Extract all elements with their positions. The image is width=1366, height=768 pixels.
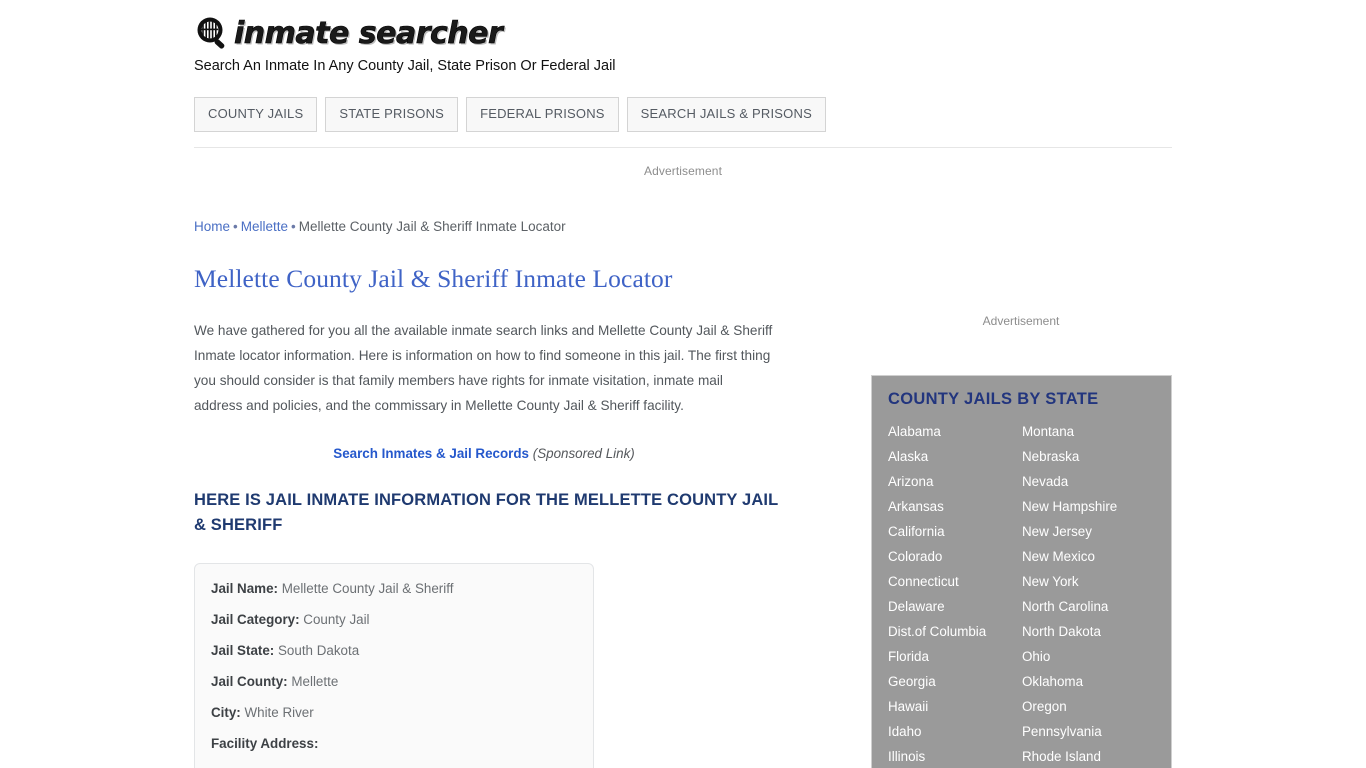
info-value-jail-category: County Jail xyxy=(303,612,370,627)
magnifier-jail-icon xyxy=(194,15,232,53)
sidebar-county-jails-by-state: COUNTY JAILS BY STATE Alabama Montana Al… xyxy=(871,375,1172,768)
page-root: inmate searcher Search An Inmate In Any … xyxy=(0,0,1366,768)
page-title: Mellette County Jail & Sheriff Inmate Lo… xyxy=(194,264,673,293)
sidebar-state-link[interactable]: Nebraska xyxy=(1022,444,1171,469)
sidebar-state-link[interactable]: North Dakota xyxy=(1022,619,1171,644)
sidebar-state-link[interactable]: Hawaii xyxy=(888,694,1022,719)
info-label-jail-category: Jail Category: xyxy=(211,612,300,627)
info-label-city: City: xyxy=(211,705,241,720)
info-value-jail-state: South Dakota xyxy=(278,643,360,658)
sponsored-note: (Sponsored Link) xyxy=(532,446,635,461)
info-value-jail-name: Mellette County Jail & Sheriff xyxy=(281,581,454,596)
sidebar-state-link[interactable]: Montana xyxy=(1022,419,1171,444)
section-title: HERE IS JAIL INMATE INFORMATION FOR THE … xyxy=(194,491,779,534)
sidebar-state-link[interactable]: Arizona xyxy=(888,469,1022,494)
state-links-grid: Alabama Montana Alaska Nebraska Arizona … xyxy=(872,419,1171,768)
sidebar-state-link[interactable]: Oklahoma xyxy=(1022,669,1171,694)
sidebar-title: COUNTY JAILS BY STATE xyxy=(888,390,1099,408)
nav-item-federal-prisons[interactable]: FEDERAL PRISONS xyxy=(466,97,619,132)
sidebar-state-link[interactable]: Alabama xyxy=(888,419,1022,444)
sidebar-state-link[interactable]: Georgia xyxy=(888,669,1022,694)
sidebar-state-link[interactable]: New Hampshire xyxy=(1022,494,1171,519)
sidebar-state-link[interactable]: Illinois xyxy=(888,744,1022,768)
sidebar-state-link[interactable]: Florida xyxy=(888,644,1022,669)
search-inmates-records-link[interactable]: Search Inmates & Jail Records xyxy=(333,446,529,461)
sidebar-state-link[interactable]: Connecticut xyxy=(888,569,1022,594)
info-row-city: City: White River xyxy=(211,704,593,722)
sidebar-state-link[interactable]: Nevada xyxy=(1022,469,1171,494)
breadcrumb-link-county[interactable]: Mellette xyxy=(241,219,288,234)
breadcrumb-current: Mellette County Jail & Sheriff Inmate Lo… xyxy=(298,219,566,234)
nav-item-state-prisons[interactable]: STATE PRISONS xyxy=(325,97,459,132)
breadcrumb-separator: • xyxy=(291,219,296,234)
sidebar-state-link[interactable]: California xyxy=(888,519,1022,544)
sidebar-state-link[interactable]: Colorado xyxy=(888,544,1022,569)
breadcrumb-separator: • xyxy=(233,219,238,234)
info-row-jail-name: Jail Name: Mellette County Jail & Sherif… xyxy=(211,580,593,598)
sidebar-state-link[interactable]: North Carolina xyxy=(1022,594,1171,619)
site-logo[interactable]: inmate searcher xyxy=(194,14,503,54)
info-label-facility-address: Facility Address: xyxy=(211,736,319,751)
intro-paragraph: We have gathered for you all the availab… xyxy=(194,323,773,413)
sidebar-state-link[interactable]: Rhode Island xyxy=(1022,744,1171,768)
site-tagline: Search An Inmate In Any County Jail, Sta… xyxy=(194,58,616,74)
sidebar-state-link[interactable]: Alaska xyxy=(888,444,1022,469)
info-row-facility-address: Facility Address: xyxy=(211,735,593,753)
info-row-jail-state: Jail State: South Dakota xyxy=(211,642,593,660)
sponsored-link-row: Search Inmates & Jail Records (Sponsored… xyxy=(194,446,774,461)
jail-info-box: Jail Name: Mellette County Jail & Sherif… xyxy=(194,563,594,768)
sidebar-state-link[interactable]: Pennsylvania xyxy=(1022,719,1171,744)
header-divider xyxy=(194,147,1172,148)
brand-name: inmate searcher xyxy=(234,16,503,51)
sidebar-state-link[interactable]: New Mexico xyxy=(1022,544,1171,569)
info-label-jail-county: Jail County: xyxy=(211,674,288,689)
breadcrumb: Home • Mellette • Mellette County Jail & She… xyxy=(194,219,566,234)
sidebar-state-link[interactable]: Dist.of Columbia xyxy=(888,619,1022,644)
main-navigation: COUNTY JAILS STATE PRISONS FEDERAL PRISO… xyxy=(194,97,826,132)
sidebar-state-link[interactable]: Idaho xyxy=(888,719,1022,744)
side-advertisement-label: Advertisement xyxy=(982,314,1060,328)
info-row-jail-county: Jail County: Mellette xyxy=(211,673,593,691)
info-row-jail-category: Jail Category: County Jail xyxy=(211,611,593,629)
sidebar-state-link[interactable]: Ohio xyxy=(1022,644,1171,669)
site-header: inmate searcher Search An Inmate In Any … xyxy=(194,0,1172,148)
main-content: Mellette County Jail & Sheriff Inmate Lo… xyxy=(194,262,794,768)
sidebar-state-link[interactable]: Arkansas xyxy=(888,494,1022,519)
nav-item-search-jails-prisons[interactable]: SEARCH JAILS & PRISONS xyxy=(626,97,826,132)
info-label-jail-state: Jail State: xyxy=(211,643,275,658)
sidebar-state-link[interactable]: Delaware xyxy=(888,594,1022,619)
nav-item-county-jails[interactable]: COUNTY JAILS xyxy=(194,97,318,132)
info-value-city: White River xyxy=(244,705,314,720)
top-advertisement-label: Advertisement xyxy=(644,164,722,178)
breadcrumb-link-home[interactable]: Home xyxy=(194,219,230,234)
info-value-jail-county: Mellette xyxy=(291,674,339,689)
sidebar-state-link[interactable]: New Jersey xyxy=(1022,519,1171,544)
content-container: inmate searcher Search An Inmate In Any … xyxy=(194,0,1172,768)
info-label-jail-name: Jail Name: xyxy=(211,581,278,596)
sidebar-state-link[interactable]: New York xyxy=(1022,569,1171,594)
sidebar-state-link[interactable]: Oregon xyxy=(1022,694,1171,719)
